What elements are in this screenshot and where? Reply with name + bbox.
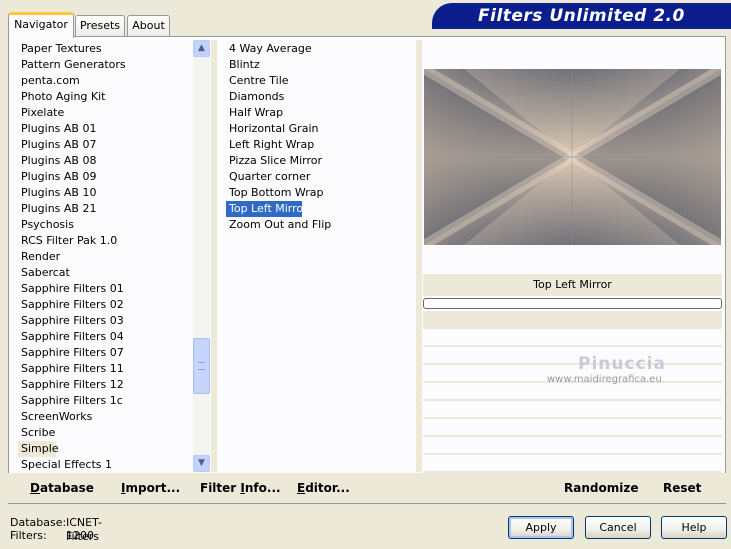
- grip-icon: [198, 362, 205, 370]
- scroll-up-icon[interactable]: ▲: [193, 40, 210, 57]
- filter-list-item[interactable]: Zoom Out and Flip: [226, 217, 406, 233]
- database-button-label: atabase: [39, 481, 94, 495]
- parameter-row: [423, 439, 722, 455]
- category-list-item[interactable]: RCS Filter Pak 1.0: [18, 233, 194, 249]
- scroll-down-icon[interactable]: ▼: [193, 455, 210, 472]
- tab-presets[interactable]: Presets: [75, 15, 125, 37]
- category-list-item[interactable]: Plugins AB 07: [18, 137, 194, 153]
- category-list-item[interactable]: Special Effects 1: [18, 457, 194, 473]
- editor-button-label: ditor...: [305, 481, 350, 495]
- import-button[interactable]: Import...: [121, 480, 180, 496]
- database-info-label: Database:: [10, 516, 67, 529]
- category-list-item[interactable]: Psychosis: [18, 217, 194, 233]
- category-list-item[interactable]: Sapphire Filters 02: [18, 297, 194, 313]
- filter-list[interactable]: 4 Way Average Blintz Centre Tile Diamonds Ha…: [226, 41, 406, 233]
- tab-navigator[interactable]: Navigator: [8, 12, 74, 38]
- category-list-item[interactable]: ScreenWorks: [18, 409, 194, 425]
- tab-about[interactable]: About: [127, 15, 170, 37]
- filter-info-button[interactable]: Filter Info...: [200, 480, 281, 496]
- category-list-item[interactable]: Sapphire Filters 1c: [18, 393, 194, 409]
- parameter-row: [423, 385, 722, 401]
- filter-list-item[interactable]: Diamonds: [226, 89, 406, 105]
- category-list-item[interactable]: Sapphire Filters 11: [18, 361, 194, 377]
- category-list-item[interactable]: Sapphire Filters 07: [18, 345, 194, 361]
- filters-unlimited-dialog: Navigator Presets About Filters Unlimite…: [0, 0, 731, 549]
- category-list-item[interactable]: Pattern Generators: [18, 57, 194, 73]
- filter-list-item[interactable]: Centre Tile: [226, 73, 406, 89]
- filter-info-button-label: nfo...: [244, 481, 281, 495]
- scroll-thumb[interactable]: [193, 338, 210, 394]
- randomize-button[interactable]: Randomize: [564, 480, 638, 496]
- parameter-row: [423, 331, 722, 347]
- category-list-item[interactable]: Sapphire Filters 03: [18, 313, 194, 329]
- watermark-url: www.maidiregrafica.eu: [547, 374, 662, 385]
- filters-count-value: 1200: [66, 529, 94, 542]
- category-list-item[interactable]: Pixelate: [18, 105, 194, 121]
- category-list-item[interactable]: Plugins AB 10: [18, 185, 194, 201]
- pane-divider: [211, 40, 217, 472]
- category-list-item[interactable]: Sapphire Filters 12: [18, 377, 194, 393]
- database-info: Database: ICNET-Filters: [10, 516, 102, 543]
- app-title-banner: Filters Unlimited 2.0: [432, 3, 731, 29]
- help-button[interactable]: Help: [661, 516, 727, 539]
- filter-list-item[interactable]: Quarter corner: [226, 169, 406, 185]
- category-list-item[interactable]: Plugins AB 21: [18, 201, 194, 217]
- apply-button[interactable]: Apply: [508, 516, 574, 539]
- filter-list-item[interactable]: Left Right Wrap: [226, 137, 406, 153]
- cancel-button[interactable]: Cancel: [585, 516, 651, 539]
- category-list-item[interactable]: Plugins AB 01: [18, 121, 194, 137]
- filter-list-item[interactable]: 4 Way Average: [226, 41, 406, 57]
- category-list-item[interactable]: penta.com: [18, 73, 194, 89]
- filter-list-item[interactable]: Horizontal Grain: [226, 121, 406, 137]
- parameter-row: [423, 349, 722, 365]
- filter-list-item[interactable]: Blintz: [226, 57, 406, 73]
- import-button-label: mport...: [125, 481, 181, 495]
- category-list-item[interactable]: Sabercat: [18, 265, 194, 281]
- category-list-item[interactable]: Plugins AB 08: [18, 153, 194, 169]
- database-button[interactable]: Database: [30, 480, 94, 496]
- category-list-item[interactable]: Photo Aging Kit: [18, 89, 194, 105]
- parameter-row: [423, 457, 722, 473]
- parameter-row: [423, 403, 722, 419]
- category-list-item[interactable]: Plugins AB 09: [18, 169, 194, 185]
- preview-image: [424, 69, 721, 245]
- category-scrollbar[interactable]: ▲ ▼: [193, 40, 210, 472]
- filter-list-item[interactable]: Pizza Slice Mirror: [226, 153, 406, 169]
- preview-filter-name: Top Left Mirror: [423, 274, 722, 296]
- database-button-accel: D: [30, 481, 40, 495]
- category-list-item[interactable]: Simple: [18, 441, 59, 457]
- parameter-row: [423, 421, 722, 437]
- filter-info-button-prefix: Filter: [200, 481, 241, 495]
- watermark-title: Pinuccia: [578, 354, 666, 374]
- category-list-item[interactable]: Render: [18, 249, 194, 265]
- parameter-header: [423, 311, 722, 329]
- editor-button-accel: E: [297, 481, 306, 495]
- filter-list-item[interactable]: Top Left Mirror: [226, 201, 308, 217]
- preview-artwork: [424, 69, 721, 245]
- filter-list-item[interactable]: Half Wrap: [226, 105, 406, 121]
- progress-bar: [423, 298, 722, 309]
- filters-count-info: Filters: 1200: [10, 529, 94, 543]
- editor-button[interactable]: Editor...: [297, 480, 350, 496]
- filter-list-item[interactable]: Top Bottom Wrap: [226, 185, 406, 201]
- category-list[interactable]: Paper Textures Pattern Generators penta.co…: [18, 41, 194, 473]
- pane-divider: [416, 40, 422, 472]
- category-list-item[interactable]: Sapphire Filters 04: [18, 329, 194, 345]
- category-list-item[interactable]: Scribe: [18, 425, 194, 441]
- reset-button[interactable]: Reset: [663, 480, 701, 496]
- category-list-item[interactable]: Sapphire Filters 01: [18, 281, 194, 297]
- category-list-item[interactable]: Paper Textures: [18, 41, 194, 57]
- filters-count-label: Filters:: [10, 529, 47, 542]
